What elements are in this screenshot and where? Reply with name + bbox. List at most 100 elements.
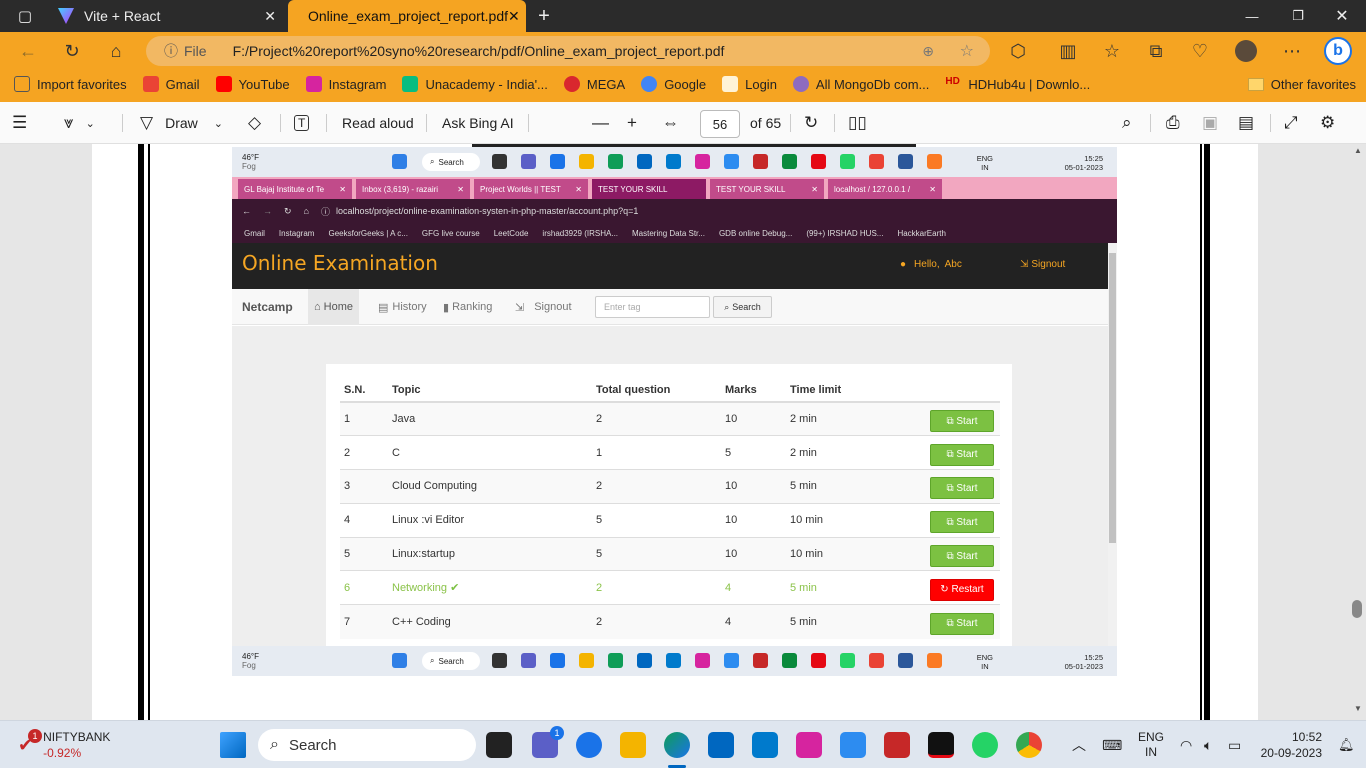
search-icon[interactable]: ⌕ — [1122, 102, 1132, 144]
keyboard-icon[interactable]: ⌨ — [1102, 721, 1122, 769]
refresh-icon[interactable]: ↻ — [54, 32, 90, 70]
wifi-icon[interactable]: ◠ — [1180, 721, 1192, 769]
stock-widget[interactable]: ✔ 1 NIFTYBANK -0.92% — [18, 721, 110, 769]
contents-icon[interactable]: ☰ — [12, 102, 27, 144]
volume-icon[interactable]: 🔈︎ — [1204, 721, 1212, 769]
vscode-icon[interactable] — [752, 732, 778, 758]
inner-clock: 15:25 05-01-2023 — [1064, 653, 1103, 671]
mcafee-icon[interactable] — [884, 732, 910, 758]
favorite-mega[interactable]: MEGA — [563, 76, 625, 92]
fullscreen-icon[interactable]: ⤢ — [1284, 102, 1298, 144]
performance-icon[interactable]: ♡ — [1182, 32, 1218, 70]
other-favorites[interactable]: Other favorites — [1247, 70, 1356, 98]
chat-icon[interactable]: 1 — [532, 726, 564, 758]
whatsapp-icon[interactable] — [972, 732, 998, 758]
collections-icon[interactable]: ⧉ — [1138, 32, 1174, 70]
battery-icon[interactable]: ▭ — [1228, 721, 1241, 769]
notification-icon[interactable]: 🔔︎ — [1338, 721, 1355, 769]
print-icon[interactable]: ⎙ — [1166, 102, 1180, 144]
extensions-icon[interactable]: ⬡ — [1000, 32, 1036, 70]
favorite-instagram[interactable]: Instagram — [305, 76, 386, 92]
show-hidden-icons[interactable]: ︿ — [1072, 721, 1086, 769]
taskbar-search[interactable]: ⌕ Search — [258, 729, 476, 761]
settings-icon[interactable]: ⚙ — [1320, 102, 1335, 144]
instagram-icon — [305, 76, 322, 92]
favorite-label: HDHub4u | Downlo... — [968, 76, 1091, 92]
table-row: 5 Linux:startup 5 10 10 min ⧉ Start — [340, 536, 1000, 571]
windows-taskbar: ✔ 1 NIFTYBANK -0.92% ⌕ Search 1 ︿ ⌨ ENG IN … — [0, 720, 1366, 768]
history-icon: ▤ — [378, 301, 389, 314]
netflix-icon[interactable] — [928, 732, 954, 758]
file-explorer-icon[interactable] — [620, 732, 646, 758]
favorite-google[interactable]: Google — [641, 76, 706, 92]
split-screen-icon[interactable]: ▥ — [1050, 32, 1086, 70]
ms-store-icon[interactable] — [708, 732, 734, 758]
inner-app-icons — [492, 154, 956, 169]
zoom-out-icon[interactable]: — — [592, 102, 609, 144]
new-tab-button[interactable]: + — [532, 0, 556, 32]
windows-icon — [392, 154, 407, 169]
favorites-icon[interactable]: ☆ — [1094, 32, 1130, 70]
close-icon[interactable]: ✕ — [264, 8, 276, 25]
zoom-icon[interactable]: ⊕ — [922, 43, 934, 60]
mongodb-icon — [792, 76, 809, 92]
clock[interactable]: 10:52 20-09-2023 — [1258, 721, 1322, 769]
fit-page-icon[interactable]: ⇔ — [662, 102, 679, 144]
language-indicator[interactable]: ENG IN — [1138, 721, 1164, 769]
save-icon[interactable]: ▣ — [1202, 102, 1218, 144]
favorite-unacademy[interactable]: Unacademy - India'... — [402, 76, 548, 92]
favorite-mongodb[interactable]: All MongoDb com... — [792, 76, 929, 92]
scrollbar-thumb[interactable] — [1352, 600, 1362, 618]
close-icon[interactable]: ✕ — [508, 8, 520, 25]
nav-home: ⌂ Home — [308, 289, 359, 325]
draw-button[interactable]: ▽ Draw ⌄ — [140, 102, 223, 144]
window-close-icon[interactable]: ✕ — [1324, 0, 1360, 32]
instagram-icon[interactable] — [796, 732, 822, 758]
favorite-label: Import favorites — [37, 76, 127, 92]
page-total: of 65 — [750, 115, 782, 131]
text-icon[interactable]: T — [294, 102, 310, 144]
import-icon — [14, 76, 30, 92]
start-icon[interactable] — [220, 732, 246, 758]
more-icon[interactable]: ⋯ — [1274, 32, 1310, 70]
favorite-star-icon[interactable]: ☆ — [960, 41, 974, 61]
pdf-scrollbar[interactable]: ▲ ▼ — [1352, 144, 1364, 720]
favorite-login[interactable]: Login — [722, 76, 777, 92]
favorite-import[interactable]: Import favorites — [14, 76, 127, 92]
url-field[interactable]: ⓘ File F:/Project%20report%20syno%20rese… — [146, 36, 990, 66]
bing-icon[interactable]: b — [1320, 32, 1356, 70]
minimize-icon[interactable]: — — [1234, 0, 1270, 32]
tab-pdf[interactable]: Online_exam_project_report.pdf ✕ — [288, 0, 526, 32]
highlight-icon[interactable]: ⩔ ⌄ — [64, 102, 95, 144]
save-as-icon[interactable]: ▤ — [1238, 102, 1254, 144]
page-border — [138, 144, 144, 720]
tab-vite-react[interactable]: Vite + React ✕ — [48, 0, 286, 32]
zoom-in-icon[interactable]: + — [627, 102, 637, 144]
restore-icon[interactable]: ❐ — [1280, 0, 1316, 32]
edge-icon[interactable] — [664, 732, 690, 758]
tab-actions-icon[interactable]: ▢ — [10, 0, 40, 32]
store-dl-icon[interactable] — [576, 732, 602, 758]
home-icon[interactable]: ⌂ — [98, 32, 134, 70]
home-icon: ⌂ — [314, 301, 321, 313]
rotate-icon[interactable]: ↻ — [804, 102, 818, 144]
page-view-icon[interactable]: ▯▯ — [848, 102, 867, 144]
external-link-icon: ⧉ — [946, 482, 954, 494]
ask-bing-button[interactable]: Ask Bing AI — [442, 102, 514, 144]
avatar[interactable] — [1228, 32, 1264, 70]
external-link-icon: ⧉ — [946, 550, 954, 562]
task-view-icon[interactable] — [486, 732, 512, 758]
favorite-youtube[interactable]: YouTube — [215, 76, 290, 92]
sync-icon[interactable] — [840, 732, 866, 758]
site-nav: Netcamp ⌂ Home ▤ History ▮ Ranking ⇲ Signout… — [232, 289, 1108, 325]
signout-top-link: ⇲ Signout — [1020, 259, 1066, 270]
favorite-gmail[interactable]: Gmail — [142, 76, 200, 92]
favorite-hdhub[interactable]: HD HDHub4u | Downlo... — [945, 76, 1090, 92]
back-icon[interactable]: ← — [10, 32, 46, 70]
embedded-screenshot: 46°F Fog ⌕ Search ENG IN 15:25 05-01-2023 GL… — [232, 147, 1117, 676]
erase-icon[interactable]: ◇ — [248, 102, 261, 144]
page-number-input[interactable]: 56 — [700, 110, 740, 138]
chrome-icon[interactable] — [1016, 732, 1042, 758]
read-aloud-button[interactable]: Read aloud — [342, 102, 414, 144]
mega-icon — [563, 76, 580, 92]
